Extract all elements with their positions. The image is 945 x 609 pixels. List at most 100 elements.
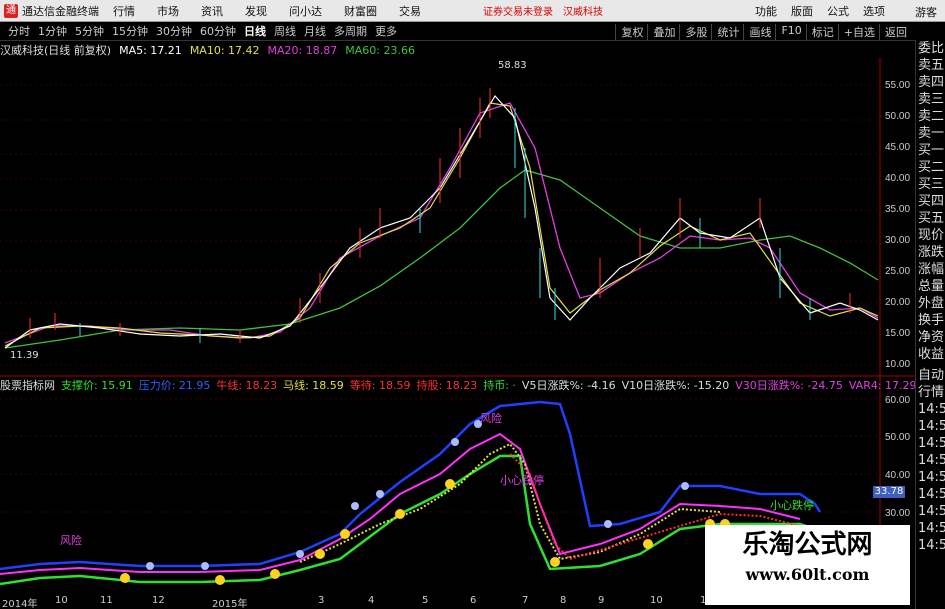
tick-time: 14:5 <box>918 521 945 536</box>
period-tab[interactable]: 1分钟 <box>38 23 67 39</box>
price-chart[interactable]: 58.83 11.39 55.00 50.00 45.00 40.00 35.0… <box>0 58 915 598</box>
menu-formula[interactable]: 公式 <box>827 3 849 19</box>
quote-label: 卖一 <box>918 126 945 141</box>
wait-value: 等待: 18.59 <box>349 379 411 392</box>
quote-label: 收益 <box>918 347 945 362</box>
quote-label: 买五 <box>918 211 945 226</box>
period-tab[interactable]: 15分钟 <box>112 23 148 39</box>
date-tick: 5 <box>422 595 429 606</box>
date-tick: 2015年 <box>212 599 248 609</box>
menu-news[interactable]: 资讯 <box>201 3 223 19</box>
var4-value: VAR4: 17.29 <box>848 378 917 392</box>
period-tab[interactable]: 多周期 <box>334 23 367 39</box>
date-tick: 8 <box>560 595 567 606</box>
date-tick: 4 <box>368 595 375 606</box>
mark-button[interactable]: 标记 <box>805 24 834 40</box>
menu-function[interactable]: 功能 <box>755 3 777 19</box>
statistics-button[interactable]: 统计 <box>711 24 739 40</box>
quote-label: 外盘 <box>918 296 945 311</box>
quote-label: 涨跌 <box>918 245 945 260</box>
restore-button[interactable]: 复权 <box>615 24 643 40</box>
date-tick: 6 <box>470 595 477 606</box>
low-label: 11.39 <box>10 350 39 361</box>
price-tick: 30.00 <box>885 235 910 246</box>
price-tick: 45.00 <box>885 142 910 153</box>
holdcoin-value: 持币: · <box>483 379 516 392</box>
quote-label: 卖三 <box>918 92 945 107</box>
tick-time: 14:5 <box>918 436 945 451</box>
ma5-value: MA5: 17.21 <box>119 43 182 57</box>
menu-trade[interactable]: 交易 <box>399 3 421 19</box>
period-tab[interactable]: 30分钟 <box>156 23 192 39</box>
price-tick: 50.00 <box>885 111 910 122</box>
date-tick: 10 <box>55 595 68 606</box>
quote-label: 净资 <box>918 330 945 345</box>
right-quote-panel: 委比 卖五 卖四 卖三 卖二 卖一 买一 买二 买三 买四 买五 现价 涨跌 涨… <box>915 40 945 609</box>
draw-line-button[interactable]: 画线 <box>743 24 771 40</box>
quote-label: 换手 <box>918 313 945 328</box>
date-tick: 9 <box>598 595 605 606</box>
signal-text: 小心跌停 <box>770 498 814 512</box>
menu-market[interactable]: 行情 <box>113 3 135 19</box>
indicator-name[interactable]: 股票指标网 <box>0 377 55 393</box>
menu-layout[interactable]: 版面 <box>791 3 813 19</box>
period-tab[interactable]: 周线 <box>274 23 296 39</box>
support-value: 支撑价: 15.91 <box>61 379 133 392</box>
period-tab[interactable]: 5分钟 <box>75 23 104 39</box>
date-tick: 7 <box>522 595 529 606</box>
back-button[interactable]: 返回 <box>879 24 907 40</box>
period-tab-more[interactable]: 更多 <box>375 23 397 39</box>
price-tick: 40.00 <box>885 173 910 184</box>
menu-wealth[interactable]: 财富圈 <box>344 3 377 19</box>
quote-label: 买三 <box>918 177 945 192</box>
guest-label[interactable]: 游客 <box>915 4 937 20</box>
period-bar: 分时 1分钟 5分钟 15分钟 30分钟 60分钟 日线 周线 月线 多周期 更… <box>0 22 915 41</box>
app-title: 通达信金融终端 <box>22 4 99 18</box>
quote-label: 委比 <box>918 41 945 56</box>
horse-value: 马线: 18.59 <box>283 379 344 392</box>
f10-button[interactable]: F10 <box>775 24 802 40</box>
ind-tick: 60.00 <box>885 395 910 406</box>
auto-quote-tab[interactable]: 行情 <box>916 384 945 401</box>
period-tab[interactable]: 月线 <box>304 23 326 39</box>
stock-name-header: 汉威科技 <box>563 7 603 18</box>
period-tab[interactable]: 分时 <box>8 23 30 39</box>
period-tab-daily[interactable]: 日线 <box>244 23 266 39</box>
top-menu-bar: 通 通达信金融终端 行情 市场 资讯 发现 问小达 财富圈 交易 证券交易未登录… <box>0 0 945 22</box>
tick-time: 14:5 <box>918 504 945 519</box>
menu-discover[interactable]: 发现 <box>245 3 267 19</box>
auto-quote-tab[interactable]: 自动 <box>916 367 945 384</box>
overlay-button[interactable]: 叠加 <box>647 24 675 40</box>
price-tick: 55.00 <box>885 80 910 91</box>
menu-market-list[interactable]: 市场 <box>157 3 179 19</box>
signal-text: 风险 <box>60 533 82 547</box>
period-tab[interactable]: 60分钟 <box>200 23 236 39</box>
v10-value: V10日涨跌%: -15.20 <box>621 379 730 392</box>
add-watchlist-button[interactable]: +自选 <box>837 24 875 40</box>
quote-label: 现价 <box>918 228 945 243</box>
tick-time: 14:5 <box>918 487 945 502</box>
ind-tick: 40.00 <box>885 470 910 481</box>
quote-label: 总量 <box>918 279 945 294</box>
tick-time: 14:5 <box>918 453 945 468</box>
quote-label: 卖二 <box>918 109 945 124</box>
indicator-badge: 33.78 <box>873 486 905 498</box>
signal-text: 小心跌停 <box>500 473 544 487</box>
stock-title: 汉威科技(日线 前复权) <box>0 44 112 57</box>
v5-value: V5日涨跌%: -4.16 <box>521 379 616 392</box>
watermark-title: 乐淘公式网 <box>742 530 873 560</box>
multi-stock-button[interactable]: 多股 <box>679 24 707 40</box>
quote-label: 卖四 <box>918 75 945 90</box>
price-tick: 25.00 <box>885 266 910 277</box>
ma20-value: MA20: 18.87 <box>267 43 338 57</box>
menu-ask[interactable]: 问小达 <box>289 3 322 19</box>
date-tick: 10 <box>650 595 663 606</box>
price-tick: 20.00 <box>885 297 910 308</box>
quote-label: 涨幅 <box>918 262 945 277</box>
v30-value: V30日涨跌%: -24.75 <box>735 379 843 392</box>
quote-label: 买四 <box>918 194 945 209</box>
login-warning[interactable]: 证券交易未登录 <box>483 3 553 18</box>
date-tick: 12 <box>152 595 165 606</box>
menu-options[interactable]: 选项 <box>863 3 885 19</box>
price-tick: 35.00 <box>885 204 910 215</box>
